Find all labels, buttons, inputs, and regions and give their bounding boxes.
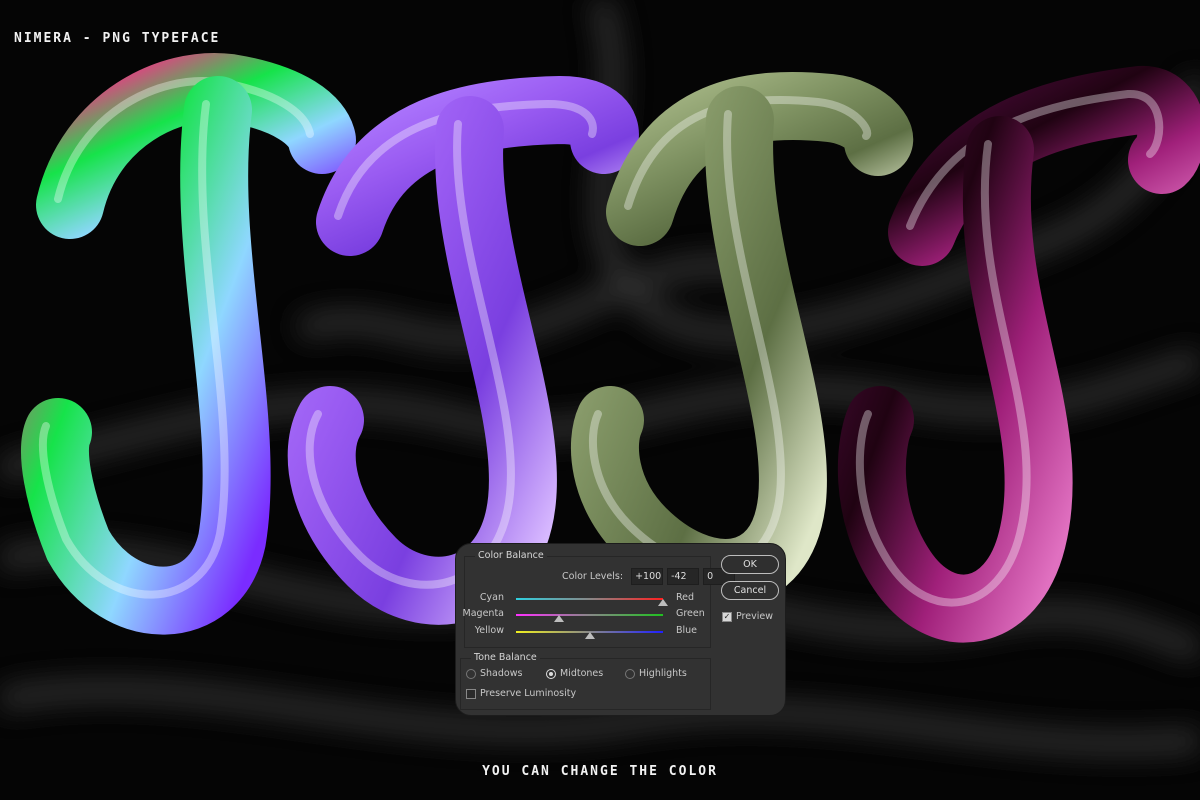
magenta-green-slider[interactable] [516, 614, 663, 616]
slider-right-label: Green [676, 608, 705, 619]
radio-label: Shadows [480, 668, 522, 679]
slider-thumb[interactable] [585, 632, 595, 639]
slider-thumb[interactable] [554, 615, 564, 622]
radio-icon [625, 669, 635, 679]
slider-right-label: Red [676, 592, 694, 603]
letter-J-magenta [860, 94, 1171, 609]
slider-left-label: Magenta [456, 608, 504, 619]
slider-row-yellow-blue: Yellow Blue [456, 625, 716, 639]
ok-button[interactable]: OK [721, 555, 779, 574]
cancel-button[interactable]: Cancel [721, 581, 779, 600]
slider-row-cyan-red: Cyan Red [456, 592, 716, 606]
checkmark-icon: ✓ [722, 612, 732, 622]
color-balance-dialog: Color Balance Color Levels: +100 -42 0 C… [455, 543, 786, 716]
letter-J-green [593, 100, 879, 573]
letter-stroke [922, 100, 1171, 232]
color-balance-heading: Color Balance [475, 550, 547, 561]
color-levels-row: Color Levels: +100 -42 0 [562, 568, 735, 585]
slider-thumb[interactable] [658, 599, 668, 606]
radio-icon [466, 669, 476, 679]
preview-checkbox[interactable]: ✓ Preview [722, 611, 773, 622]
color-levels-label: Color Levels: [562, 571, 623, 582]
preview-label: Preview [736, 611, 773, 622]
radio-midtones[interactable]: Midtones [546, 668, 603, 679]
slider-left-label: Yellow [456, 625, 504, 636]
radio-shadows[interactable]: Shadows [466, 668, 522, 679]
radio-label: Midtones [560, 668, 603, 679]
letter-J-rainbow [43, 81, 322, 601]
page-title: NIMERA - PNG TYPEFACE [14, 31, 220, 46]
checkbox-icon [466, 689, 476, 699]
radio-icon [546, 669, 556, 679]
radio-label: Highlights [639, 668, 687, 679]
slider-row-magenta-green: Magenta Green [456, 608, 716, 622]
radio-highlights[interactable]: Highlights [625, 668, 687, 679]
slider-right-label: Blue [676, 625, 697, 636]
tone-balance-group: Tone Balance [460, 658, 711, 710]
preserve-luminosity-checkbox[interactable]: Preserve Luminosity [466, 688, 576, 699]
slider-left-label: Cyan [456, 592, 504, 603]
level-input-magenta-green[interactable]: -42 [667, 568, 699, 585]
caption: YOU CAN CHANGE THE COLOR [0, 764, 1200, 779]
level-input-cyan-red[interactable]: +100 [631, 568, 663, 585]
preserve-luminosity-label: Preserve Luminosity [480, 688, 576, 699]
tone-balance-heading: Tone Balance [471, 652, 540, 663]
cyan-red-slider[interactable] [516, 598, 663, 600]
